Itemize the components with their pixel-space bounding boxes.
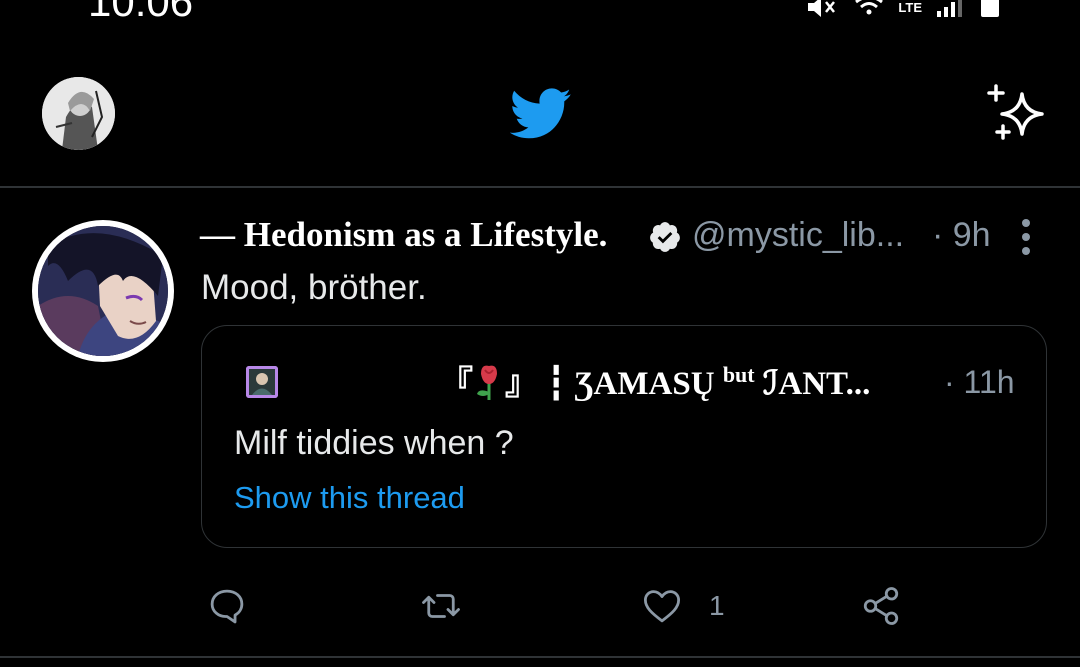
status-icons: LTE [806,0,1000,18]
status-time: 10:06 [88,0,194,25]
share-icon [863,587,899,625]
status-bar: 10:06 LTE [0,0,1080,28]
quoted-name-suffix: 』 ┇ ƷAMASŲ [505,366,715,402]
reply-button[interactable] [206,584,248,628]
tweet-divider [0,656,1080,658]
top-app-bar [0,60,1080,186]
verified-badge-icon [650,222,680,252]
like-button[interactable]: 1 [641,584,725,628]
rose-emoji-icon [477,365,497,400]
show-thread-link[interactable]: Show this thread [234,480,465,516]
quoted-author-avatar[interactable] [246,366,278,398]
tweet-author-avatar[interactable] [32,220,174,362]
like-count: 1 [709,590,725,621]
retweet-button[interactable] [420,584,462,628]
author-display-name[interactable]: — Hedonism as a Lifestyle. [200,215,607,255]
reply-icon [210,589,244,624]
heart-icon [643,590,681,623]
quoted-author-name[interactable]: 『 』 ┇ ƷAMASŲ but ℐANT... [440,356,870,404]
quoted-tweet-timestamp[interactable]: · 11h [944,364,1015,401]
share-button[interactable] [860,584,902,628]
tweet-text: Mood, bröther. [201,268,427,307]
tweet-timestamp[interactable]: · 9h [932,216,991,255]
author-handle[interactable]: @mystic_lib... [692,216,904,255]
quoted-tweet-text: Milf tiddies when ? [234,424,514,462]
tweet[interactable]: — Hedonism as a Lifestyle. @mystic_lib..… [0,188,1080,658]
screen: 10:06 LTE — Hedonism as a Lifestyle. @my… [0,0,1080,667]
signal-icon [937,0,962,17]
battery-icon [981,0,999,17]
profile-avatar[interactable] [42,77,115,150]
quoted-name-prefix: 『 [440,366,473,402]
retweet-icon [422,594,460,618]
quoted-name-tail: ℐANT... [754,366,871,402]
quoted-tweet-card[interactable]: 『 』 ┇ ƷAMASŲ but ℐANT... · 11h Milf tidd… [201,325,1047,548]
sparkle-icon[interactable] [984,82,1048,144]
tweet-action-bar: 1 [0,584,1080,630]
wifi-icon [855,0,884,15]
tweet-header: — Hedonism as a Lifestyle. @mystic_lib..… [200,212,1050,262]
network-label: LTE [898,0,922,15]
mute-icon [808,0,836,17]
twitter-bird-icon[interactable] [510,88,572,140]
more-options-icon[interactable] [1020,218,1032,256]
quoted-name-superscript: but [722,362,755,387]
